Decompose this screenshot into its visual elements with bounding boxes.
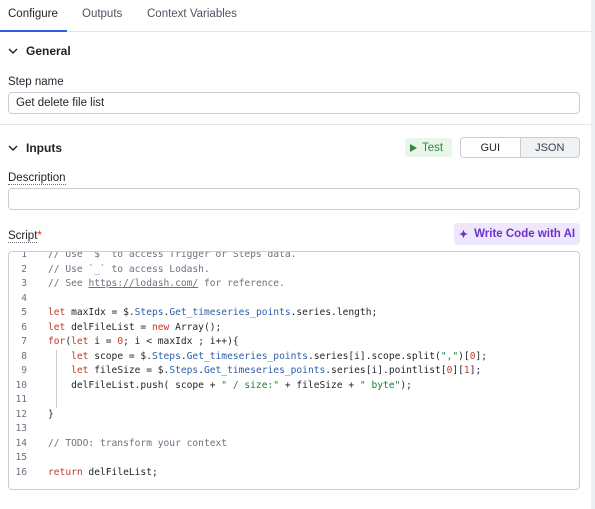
- description-input[interactable]: [8, 188, 580, 210]
- tab-bar: Configure Outputs Context Variables: [0, 0, 595, 32]
- panel-scrollbar[interactable]: [591, 0, 595, 509]
- line-number: 6: [21, 321, 27, 333]
- code-text: let fileSize = $.Steps.Get_timeseries_po…: [71, 365, 482, 376]
- code-line: 12}: [9, 408, 579, 423]
- test-button-label: Test: [422, 141, 444, 154]
- code-text: let maxIdx = $.Steps.Get_timeseries_poin…: [48, 307, 378, 318]
- line-number: 7: [21, 336, 27, 347]
- mode-json-button[interactable]: JSON: [521, 138, 580, 157]
- line-number: 16: [15, 466, 27, 478]
- script-label: Script: [8, 230, 38, 243]
- line-number: 5: [21, 307, 27, 318]
- chevron-down-icon: [8, 145, 18, 151]
- chevron-down-icon: [8, 48, 18, 54]
- active-tab-indicator: [0, 30, 67, 32]
- tab-outputs[interactable]: Outputs: [82, 8, 122, 20]
- code-text: // See https://lodash.com/ for reference…: [48, 278, 285, 289]
- code-text: // Use `$` to access Trigger or Steps da…: [48, 251, 297, 260]
- play-icon: [410, 143, 417, 152]
- mode-toggle: GUI JSON: [460, 137, 580, 158]
- write-code-with-ai-button[interactable]: ✦ Write Code with AI: [454, 223, 580, 245]
- sparkle-icon: ✦: [458, 228, 469, 241]
- line-number: 14: [15, 437, 27, 449]
- code-text: // TODO: transform your context: [48, 437, 228, 449]
- code-line: 2 // Use `_` to access Lodash.: [9, 263, 579, 278]
- mode-gui-button[interactable]: GUI: [461, 138, 521, 157]
- code-text: let delFileList = new Array();: [48, 321, 222, 333]
- code-text: // Use `_` to access Lodash.: [48, 263, 210, 275]
- code-text: for(let i = 0; i < maxIdx ; i++){: [48, 336, 239, 347]
- line-number: 9: [21, 365, 27, 376]
- inputs-section-title: Inputs: [26, 141, 62, 155]
- ai-button-label: Write Code with AI: [474, 228, 576, 240]
- code-line: 6 let delFileList = new Array();: [9, 321, 579, 336]
- code-line: 8 let scope = $.Steps.Get_timeseries_poi…: [9, 350, 579, 365]
- line-number: 13: [15, 423, 27, 434]
- line-number: 2: [21, 263, 27, 275]
- code-line: 7 for(let i = 0; i < maxIdx ; i++){: [9, 335, 579, 350]
- line-number: 3: [21, 278, 27, 289]
- line-number: 10: [15, 379, 27, 391]
- code-line: 3 // See https://lodash.com/ for referenc…: [9, 277, 579, 292]
- inputs-section-header[interactable]: Inputs: [8, 141, 62, 155]
- line-number: 12: [15, 408, 27, 420]
- code-line: 1 // Use `$` to access Trigger or Steps d…: [9, 251, 579, 263]
- tab-context-variables[interactable]: Context Variables: [147, 8, 237, 20]
- line-number: 15: [15, 452, 27, 463]
- general-section-title: General: [26, 44, 71, 58]
- code-text: return delFileList;: [48, 466, 158, 478]
- indent-guide: [56, 349, 57, 408]
- step-name-input[interactable]: Get delete file list: [8, 92, 580, 114]
- code-line: 14 // TODO: transform your context: [9, 437, 579, 452]
- code-line: 9 let fileSize = $.Steps.Get_timeseries_…: [9, 364, 579, 379]
- script-label-wrap: Script*: [8, 230, 42, 243]
- script-editor[interactable]: 1 // Use `$` to access Trigger or Steps d…: [8, 251, 580, 490]
- code-line: 11: [9, 393, 579, 408]
- code-line: 16 return delFileList;: [9, 466, 579, 481]
- code-line: 13: [9, 422, 579, 437]
- code-text: }: [48, 408, 54, 420]
- line-number: 4: [21, 292, 27, 304]
- line-number: 8: [21, 350, 27, 362]
- code-line: 15: [9, 451, 579, 466]
- line-number: 11: [15, 394, 27, 405]
- description-label: Description: [8, 172, 66, 185]
- required-mark: *: [37, 230, 42, 242]
- step-name-label: Step name: [8, 76, 64, 88]
- line-number: 1: [21, 251, 27, 260]
- code-line: 10 delFileList.push( scope + " / size:" …: [9, 379, 579, 394]
- test-button[interactable]: Test: [405, 138, 452, 157]
- code-line: 5 let maxIdx = $.Steps.Get_timeseries_poi…: [9, 306, 579, 321]
- section-divider: [0, 124, 595, 125]
- code-text: delFileList.push( scope + " / size:" + f…: [48, 379, 412, 391]
- code-line: 4: [9, 292, 579, 307]
- code-text: let scope = $.Steps.Get_timeseries_point…: [71, 350, 488, 362]
- general-section-header[interactable]: General: [8, 44, 71, 58]
- tab-configure[interactable]: Configure: [8, 8, 58, 20]
